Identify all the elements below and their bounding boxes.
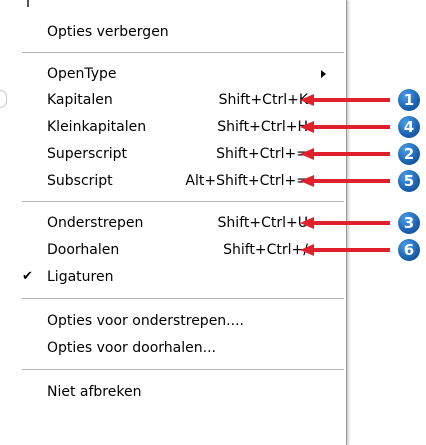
menu-separator — [22, 369, 344, 371]
callout-arrow-icon — [300, 175, 390, 187]
left-edge-marker — [0, 90, 7, 108]
menu-separator — [22, 201, 344, 203]
menu-item-shortcut: Shift+Ctrl+= — [216, 146, 308, 162]
submenu-arrow-icon — [321, 70, 326, 78]
callout-badge-2: 2 — [398, 143, 420, 165]
menu-item-label: Kleinkapitalen — [47, 119, 147, 135]
menu-item-label: Kapitalen — [47, 92, 113, 108]
menu-item-label: Opties voor onderstrepen.... — [47, 313, 244, 329]
menu-item-shortcut: Shift+Ctrl+K — [218, 92, 308, 108]
context-menu: Opties verbergen OpenType Kapitalen Shif… — [14, 0, 347, 445]
callout-arrow-icon — [300, 244, 390, 256]
checkmark-icon: ✔ — [22, 269, 33, 284]
menu-item-label: Doorhalen — [47, 242, 120, 258]
menu-item-label: Opties verbergen — [47, 24, 169, 40]
menu-item-label: Onderstrepen — [47, 215, 144, 231]
menu-top-edge — [27, 0, 29, 7]
menu-item-label: Niet afbreken — [47, 384, 142, 400]
menu-item-label: Superscript — [47, 146, 128, 162]
menu-item-niet-afbreken[interactable]: Niet afbreken — [14, 380, 346, 404]
callout-badge-4: 4 — [398, 116, 420, 138]
menu-item-shortcut: Shift+Ctrl+/ — [223, 242, 308, 258]
menu-item-label: Opties voor doorhalen... — [47, 340, 216, 356]
menu-item-opties-verbergen[interactable]: Opties verbergen — [14, 20, 346, 44]
callout-arrow-icon — [300, 121, 390, 133]
menu-item-subscript[interactable]: Subscript Alt+Shift+Ctrl+= — [14, 169, 346, 193]
callout-badge-6: 6 — [398, 239, 420, 261]
menu-item-kapitalen[interactable]: Kapitalen Shift+Ctrl+K — [14, 88, 346, 112]
callout-arrow-icon — [300, 217, 390, 229]
callout-arrow-icon — [300, 148, 390, 160]
menu-item-ligaturen[interactable]: ✔ Ligaturen — [14, 265, 346, 289]
callout-badge-1: 1 — [398, 89, 420, 111]
menu-item-label: Ligaturen — [47, 269, 114, 285]
callout-badge-3: 3 — [398, 212, 420, 234]
menu-item-onderstrepen[interactable]: Onderstrepen Shift+Ctrl+U — [14, 211, 346, 235]
menu-item-doorhalen[interactable]: Doorhalen Shift+Ctrl+/ — [14, 238, 346, 262]
menu-item-opentype[interactable]: OpenType — [14, 62, 346, 86]
menu-item-kleinkapitalen[interactable]: Kleinkapitalen Shift+Ctrl+H — [14, 115, 346, 139]
menu-item-shortcut: Shift+Ctrl+U — [217, 215, 308, 231]
menu-item-label: OpenType — [47, 66, 117, 82]
menu-item-shortcut: Alt+Shift+Ctrl+= — [185, 173, 308, 189]
menu-separator — [22, 298, 344, 300]
menu-item-shortcut: Shift+Ctrl+H — [217, 119, 308, 135]
menu-separator — [22, 52, 344, 54]
callout-arrow-icon — [300, 94, 390, 106]
callout-badge-5: 5 — [398, 170, 420, 192]
menu-item-opties-onderstrepen[interactable]: Opties voor onderstrepen.... — [14, 309, 346, 333]
menu-item-opties-doorhalen[interactable]: Opties voor doorhalen... — [14, 336, 346, 360]
menu-item-superscript[interactable]: Superscript Shift+Ctrl+= — [14, 142, 346, 166]
menu-item-label: Subscript — [47, 173, 113, 189]
